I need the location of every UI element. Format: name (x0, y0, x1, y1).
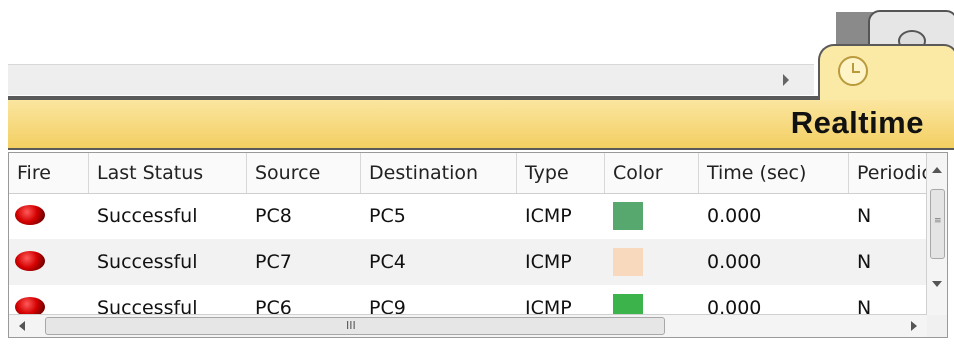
column-header-destination[interactable]: Destination (361, 153, 517, 193)
cell-destination: PC5 (369, 205, 406, 227)
table-row[interactable]: Successful PC7 PC4 ICMP 0.000 N (9, 239, 929, 285)
mode-title: Realtime (790, 105, 924, 140)
cell-type: ICMP (525, 251, 572, 273)
horizontal-scroll-thumb[interactable]: III (45, 317, 665, 335)
cell-time: 0.000 (707, 297, 762, 317)
table-header: Fire Last Status Source Destination Type… (9, 153, 929, 194)
column-header-periodic[interactable]: Periodic (849, 153, 929, 193)
color-swatch (613, 248, 643, 276)
cell-source: PC6 (255, 297, 292, 317)
cell-color (605, 193, 643, 239)
color-swatch (613, 202, 643, 230)
cell-periodic: N (857, 251, 872, 273)
cell-periodic: N (857, 297, 872, 317)
cell-last-status: Successful (97, 205, 198, 227)
cell-color (605, 285, 643, 317)
vertical-scroll-thumb[interactable]: ≡ (930, 189, 945, 259)
cell-time: 0.000 (707, 251, 762, 273)
table-row[interactable]: Successful PC6 PC9 ICMP 0.000 N (9, 285, 929, 317)
vertical-scrollbar[interactable]: ≡ (926, 153, 947, 315)
scroll-down-icon[interactable] (932, 281, 942, 287)
table-row[interactable]: Successful PC8 PC5 ICMP 0.000 N (9, 193, 929, 239)
scroll-left-icon[interactable] (19, 321, 25, 331)
horizontal-scrollbar[interactable]: III (9, 314, 927, 337)
cell-periodic: N (857, 205, 872, 227)
scroll-corner (927, 315, 947, 337)
clock-icon[interactable] (838, 56, 868, 86)
cell-destination: PC9 (369, 297, 406, 317)
column-header-color[interactable]: Color (605, 153, 699, 193)
cell-color (605, 239, 643, 285)
red-light-icon[interactable] (15, 251, 45, 271)
pdu-table: Fire Last Status Source Destination Type… (8, 152, 948, 338)
cell-time: 0.000 (707, 205, 762, 227)
cell-last-status: Successful (97, 251, 198, 273)
cell-source: PC7 (255, 251, 292, 273)
column-header-source[interactable]: Source (247, 153, 361, 193)
scroll-right-icon[interactable] (911, 321, 917, 331)
toolbar-strip (8, 64, 814, 95)
cell-last-status: Successful (97, 297, 198, 317)
top-area (0, 0, 954, 64)
cell-type: ICMP (525, 205, 572, 227)
cell-type: ICMP (525, 297, 572, 317)
red-light-icon[interactable] (15, 205, 45, 225)
column-header-last-status[interactable]: Last Status (89, 153, 247, 193)
cell-destination: PC4 (369, 251, 406, 273)
grip-label: III (346, 319, 356, 332)
cell-source: PC8 (255, 205, 292, 227)
expand-arrow-icon[interactable] (783, 74, 789, 86)
column-header-type[interactable]: Type (517, 153, 605, 193)
grip-icon: ≡ (934, 216, 942, 226)
column-header-time[interactable]: Time (sec) (699, 153, 849, 193)
scroll-up-icon[interactable] (932, 167, 942, 173)
column-header-fire[interactable]: Fire (9, 153, 89, 193)
